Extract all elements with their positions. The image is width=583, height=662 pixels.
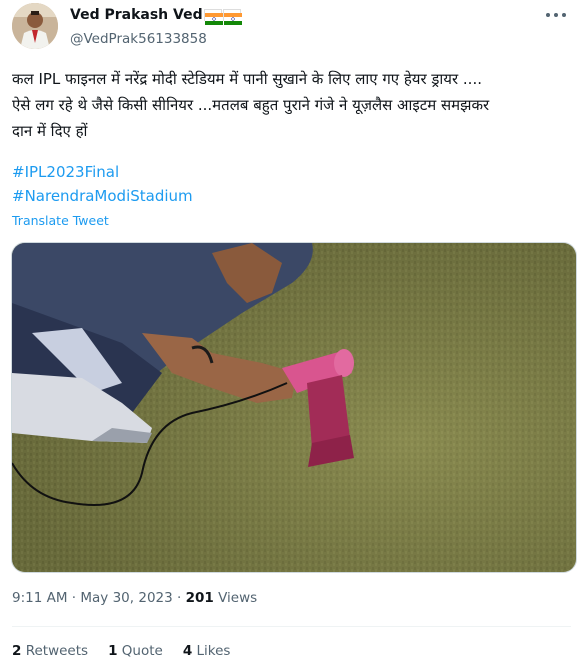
divider (12, 626, 571, 627)
india-flag-icon (203, 9, 223, 25)
tweet-text-line: कल IPL फाइनल में नरेंद्र मोदी स्टेडियम म… (12, 70, 482, 88)
author-name[interactable]: Ved Prakash Ved (70, 7, 203, 23)
avatar-photo-icon (12, 3, 58, 49)
views-label: Views (218, 590, 258, 606)
engagement-stats: 2 Retweets 1 Quote 4 Likes (12, 643, 230, 659)
author-avatar[interactable] (12, 3, 58, 49)
hashtag-link[interactable]: #IPL2023Final (12, 163, 119, 181)
more-options-icon[interactable] (543, 6, 569, 24)
tweet-photo[interactable] (11, 242, 577, 573)
tweet-meta: 9:11 AM · May 30, 2023 · 201 Views (12, 590, 257, 606)
likes-stat[interactable]: 4 Likes (183, 643, 231, 659)
tweet-text: कल IPL फाइनल में नरेंद्र मोदी स्टेडियम म… (12, 66, 572, 144)
india-flag-icon (222, 9, 242, 25)
translate-tweet-link[interactable]: Translate Tweet (12, 213, 109, 228)
retweets-label: Retweets (25, 643, 89, 659)
quotes-count: 1 (108, 643, 118, 659)
tweet-card: Ved Prakash Ved @VedPrak56133858 कल IPL … (0, 0, 583, 662)
quotes-stat[interactable]: 1 Quote (108, 643, 163, 659)
retweets-stat[interactable]: 2 Retweets (12, 643, 88, 659)
retweets-count: 2 (12, 643, 22, 659)
tweet-time[interactable]: 9:11 AM (12, 590, 68, 606)
tweet-header: Ved Prakash Ved @VedPrak56133858 (70, 5, 543, 47)
quotes-label: Quote (121, 643, 163, 659)
hashtag-link[interactable]: #NarendraModiStadium (12, 187, 193, 205)
tweet-date[interactable]: May 30, 2023 (80, 590, 172, 606)
views-count: 201 (185, 590, 214, 606)
likes-label: Likes (196, 643, 231, 659)
author-handle[interactable]: @VedPrak56133858 (70, 31, 543, 47)
hair-dryer-on-pitch-image (12, 243, 576, 572)
likes-count: 4 (182, 643, 193, 659)
tweet-text-line: दान में दिए हों (12, 122, 88, 140)
tweet-text-line: ऐसे लग रहे थे जैसे किसी सीनियर ...मतलब ब… (12, 96, 490, 114)
meta-separator: · (177, 590, 186, 606)
